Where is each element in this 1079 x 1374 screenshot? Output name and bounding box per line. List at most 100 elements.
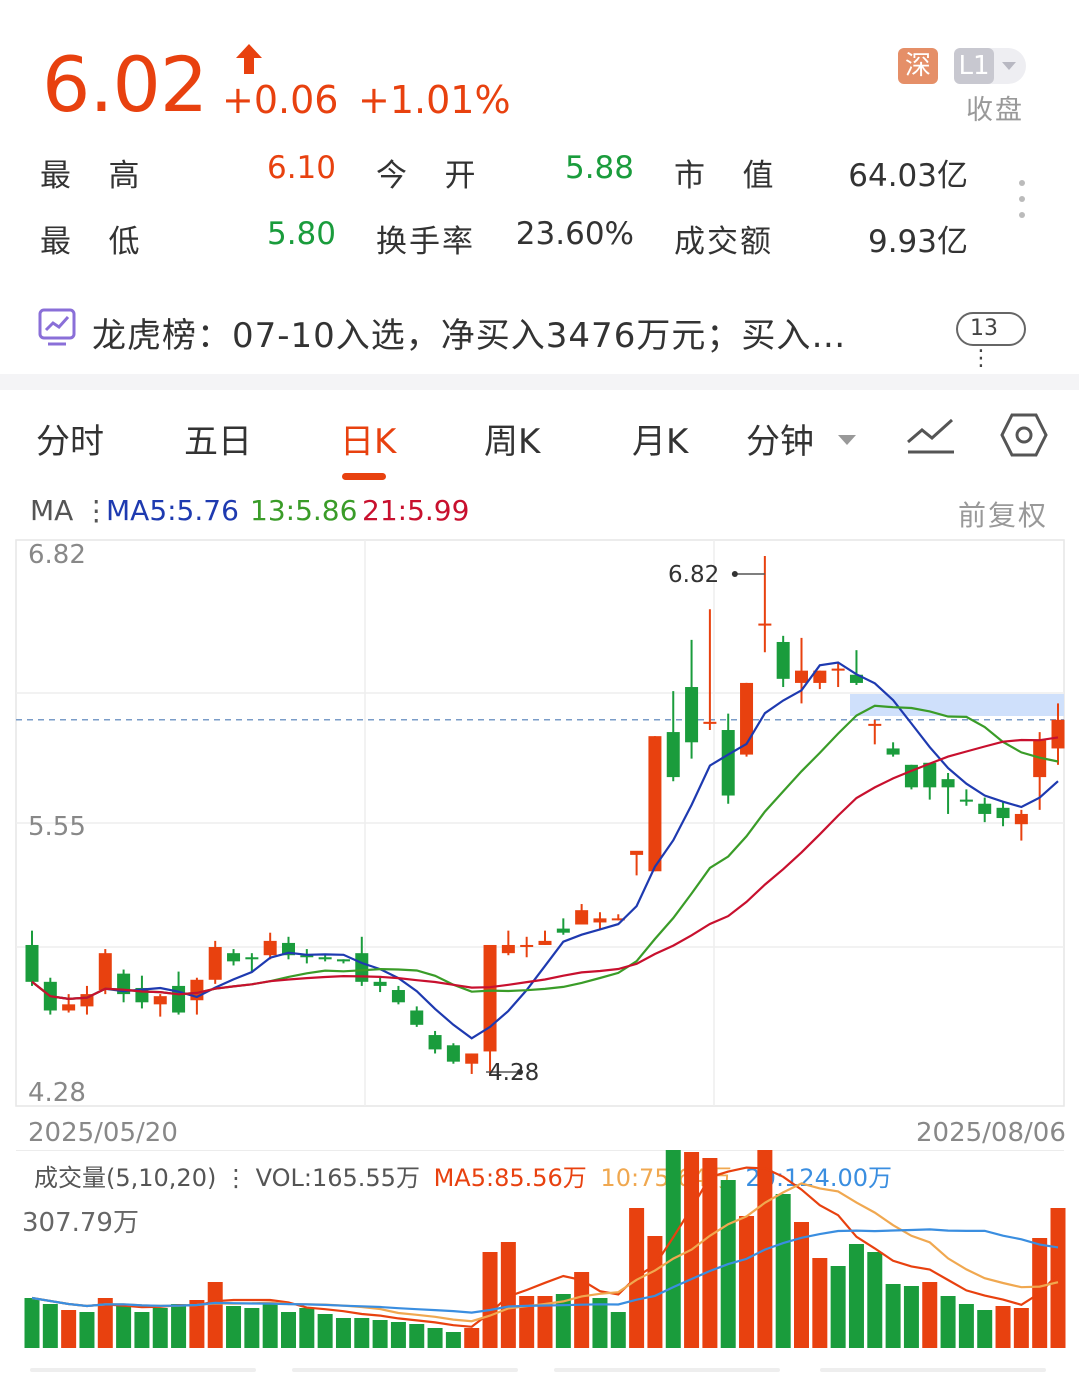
more-vertical-icon[interactable] bbox=[1016, 180, 1028, 226]
exchange-badge: 深 bbox=[898, 48, 938, 84]
volume-bar bbox=[647, 1236, 663, 1348]
candle-body bbox=[648, 736, 662, 872]
volume-bar bbox=[940, 1296, 956, 1348]
candle-body bbox=[153, 996, 167, 1005]
market-status: 收盘 bbox=[966, 95, 1024, 126]
candle-body bbox=[630, 850, 644, 855]
ma13-value: 13:5.86 bbox=[250, 494, 358, 527]
candle-body bbox=[25, 944, 39, 982]
x-axis-end-date: 2025/08/06 bbox=[916, 1118, 1066, 1148]
active-tab-indicator bbox=[342, 473, 386, 480]
last-price: 6.02 bbox=[42, 40, 208, 129]
candle-body bbox=[245, 957, 259, 960]
candle-body bbox=[868, 723, 882, 726]
volume-bar bbox=[922, 1282, 938, 1348]
candle-body bbox=[1051, 719, 1065, 749]
candle-body bbox=[446, 1045, 460, 1062]
stat-label: 今 开 bbox=[376, 158, 478, 194]
volume-chart[interactable] bbox=[0, 1150, 1079, 1350]
y-axis-mid-label: 5.55 bbox=[28, 812, 86, 842]
volume-bar bbox=[739, 1216, 755, 1348]
chevron-down-icon[interactable] bbox=[838, 435, 856, 445]
volume-bar bbox=[79, 1312, 95, 1348]
chevron-down-icon[interactable] bbox=[1002, 62, 1016, 70]
ma21-line bbox=[31, 736, 1059, 1001]
candle-body bbox=[391, 990, 405, 1003]
volume-bar bbox=[482, 1252, 498, 1348]
y-axis-low-label: 4.28 bbox=[28, 1078, 86, 1108]
ma5-line bbox=[31, 661, 1059, 1040]
tab-daily-k[interactable]: 日K bbox=[340, 414, 396, 463]
candle-body bbox=[886, 748, 900, 755]
bottom-tab-hint bbox=[30, 1368, 1046, 1372]
volume-bar bbox=[24, 1298, 40, 1348]
max-price-marker: 6.82 bbox=[668, 562, 720, 588]
price-change-percent: +1.01% bbox=[358, 78, 511, 122]
candle-body bbox=[978, 803, 992, 814]
volume-bar bbox=[848, 1244, 864, 1348]
ma-legend-prefix: MA ⋮ bbox=[30, 494, 111, 527]
volume-bar bbox=[977, 1310, 993, 1348]
volume-bar bbox=[519, 1296, 535, 1348]
volume-bar bbox=[445, 1332, 461, 1348]
candle-body bbox=[758, 623, 772, 626]
candle-body bbox=[520, 944, 534, 947]
candle-body bbox=[483, 944, 497, 1052]
candle-body bbox=[776, 641, 790, 679]
volume-bar bbox=[812, 1258, 828, 1348]
volume-bar bbox=[207, 1282, 223, 1348]
candle-body bbox=[831, 668, 845, 671]
volume-bar bbox=[335, 1318, 351, 1348]
candle-body bbox=[1014, 813, 1028, 825]
dragon-tiger-summary[interactable]: 龙虎榜：07-10入选，净买入3476万元；买入… bbox=[92, 308, 846, 357]
volume-bar bbox=[299, 1308, 315, 1348]
up-arrow-icon bbox=[236, 44, 262, 74]
candle-body bbox=[318, 957, 332, 960]
volume-bar bbox=[262, 1304, 278, 1348]
tab-five-day[interactable]: 五日 bbox=[184, 414, 252, 463]
candle-body bbox=[62, 1004, 76, 1011]
volume-bar bbox=[61, 1310, 77, 1348]
indicator-line-icon[interactable] bbox=[906, 414, 956, 456]
candle-body bbox=[556, 928, 570, 933]
stat-low-value: 5.80 bbox=[266, 216, 336, 252]
candle-body bbox=[795, 670, 808, 683]
stat-label: 最 高 bbox=[40, 158, 142, 194]
candle-body bbox=[227, 953, 241, 962]
stat-amount-value: 9.93亿 bbox=[867, 224, 968, 260]
volume-bar bbox=[171, 1304, 187, 1348]
settings-hexagon-icon[interactable] bbox=[1000, 412, 1048, 458]
ma21-value: 21:5.99 bbox=[362, 494, 470, 527]
volume-bar bbox=[116, 1304, 132, 1348]
tab-minute[interactable]: 分钟 bbox=[746, 414, 814, 463]
candle-body bbox=[373, 981, 387, 986]
y-axis-high-label: 6.82 bbox=[28, 540, 86, 570]
tab-weekly-k[interactable]: 周K bbox=[484, 414, 540, 463]
max-marker-dot bbox=[731, 571, 738, 577]
dragon-tiger-count[interactable]: 13 ⋮ bbox=[956, 312, 1026, 371]
volume-bar bbox=[226, 1306, 242, 1348]
volume-bar bbox=[775, 1194, 791, 1348]
volume-bar bbox=[317, 1314, 333, 1348]
volume-bar bbox=[134, 1312, 150, 1348]
volume-bar bbox=[610, 1312, 626, 1348]
min-price-marker: 4.28 bbox=[488, 1060, 540, 1086]
candle-body bbox=[428, 1035, 442, 1050]
volume-bar bbox=[427, 1328, 443, 1348]
candle-body bbox=[959, 799, 973, 802]
resistance-band bbox=[850, 694, 1064, 716]
ma5-value: MA5:5.76 bbox=[106, 494, 239, 527]
volume-bar bbox=[903, 1286, 919, 1348]
volume-bar bbox=[409, 1324, 425, 1348]
tab-monthly-k[interactable]: 月K bbox=[632, 414, 688, 463]
stat-amount-label: 成交额 bbox=[674, 224, 773, 260]
kline-chart[interactable] bbox=[0, 536, 1079, 1110]
tab-intraday[interactable]: 分时 bbox=[36, 414, 104, 463]
candle-body bbox=[593, 918, 607, 923]
level-badge[interactable]: L1 bbox=[954, 48, 994, 84]
adjustment-selector[interactable]: 前复权 bbox=[958, 494, 1048, 534]
volume-bar bbox=[885, 1284, 901, 1348]
ma13-line bbox=[31, 704, 1059, 1001]
x-axis-start-date: 2025/05/20 bbox=[28, 1118, 178, 1148]
volume-bar bbox=[867, 1252, 883, 1348]
